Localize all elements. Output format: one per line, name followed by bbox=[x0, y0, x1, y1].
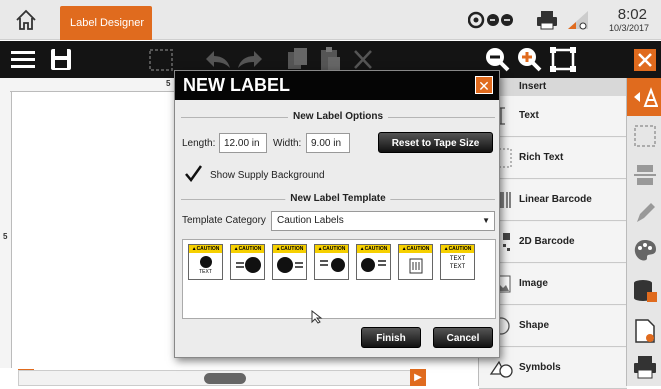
printer-status-icon[interactable] bbox=[536, 10, 558, 35]
insert-item-label: Image bbox=[519, 278, 548, 289]
zoom-out-icon[interactable] bbox=[484, 46, 510, 73]
insert-icon bbox=[632, 84, 659, 110]
ruler-mark: 5 bbox=[3, 232, 8, 241]
document-settings-icon[interactable] bbox=[632, 318, 658, 344]
copy-icon[interactable] bbox=[286, 46, 310, 73]
reset-to-tape-size-button[interactable]: Reset to Tape Size bbox=[378, 132, 493, 153]
insert-symbols[interactable]: Symbols bbox=[479, 348, 627, 389]
dialog-close-button[interactable]: ✕ bbox=[475, 76, 493, 94]
insert-item-label: Linear Barcode bbox=[519, 194, 592, 205]
width-input[interactable] bbox=[306, 133, 350, 153]
edit-icon[interactable] bbox=[632, 200, 658, 226]
finish-button[interactable]: Finish bbox=[361, 327, 421, 348]
print-icon[interactable] bbox=[632, 354, 658, 380]
signal-icon bbox=[566, 9, 590, 36]
zoom-in-icon[interactable] bbox=[516, 46, 542, 73]
home-icon[interactable] bbox=[14, 8, 38, 32]
app-tab[interactable]: Label Designer bbox=[60, 6, 152, 40]
insert-text[interactable]: Text bbox=[479, 96, 627, 137]
scrollbar-thumb[interactable] bbox=[204, 373, 246, 384]
palette-icon[interactable] bbox=[632, 238, 658, 264]
template-thumbnail[interactable]: ▲CAUTION bbox=[230, 244, 265, 280]
insert-item-label: Text bbox=[519, 110, 539, 121]
insert-rich-text[interactable]: Rich Text bbox=[479, 138, 627, 179]
redo-icon[interactable] bbox=[236, 46, 264, 73]
align-icon[interactable] bbox=[632, 162, 658, 188]
database-icon[interactable] bbox=[632, 278, 658, 304]
horizontal-scrollbar[interactable] bbox=[18, 370, 426, 386]
template-section-header: New Label Template bbox=[181, 193, 495, 205]
menu-icon[interactable] bbox=[10, 46, 36, 73]
insert-2d-barcode[interactable]: 2D Barcode bbox=[479, 222, 627, 263]
insert-item-label: 2D Barcode bbox=[519, 236, 575, 247]
undo-icon[interactable] bbox=[204, 46, 232, 73]
clock-date: 10/3/2017 bbox=[608, 23, 649, 33]
template-thumbnail[interactable]: ▲CAUTION bbox=[314, 244, 349, 280]
vertical-ruler: 5 bbox=[0, 78, 12, 368]
template-thumbnail[interactable]: ▲CAUTION bbox=[398, 244, 433, 280]
insert-panel-header: Insert bbox=[479, 78, 626, 96]
template-thumbnail[interactable]: ▲CAUTION TEXT bbox=[188, 244, 223, 280]
insert-image[interactable]: Image bbox=[479, 264, 627, 305]
new-label-dialog: NEW LABEL ✕ New Label Options Length: Wi… bbox=[174, 70, 500, 358]
ruler-mark: 5 bbox=[166, 79, 171, 88]
dialog-title: NEW LABEL bbox=[175, 71, 499, 100]
dropdown-arrow-icon: ▼ bbox=[482, 216, 490, 225]
insert-item-label: Rich Text bbox=[519, 152, 564, 163]
template-category-label: Template Category bbox=[182, 215, 266, 226]
length-input[interactable] bbox=[219, 133, 267, 153]
select-icon[interactable] bbox=[148, 46, 174, 73]
template-thumbnail[interactable]: ▲CAUTION TEXT TEXT bbox=[440, 244, 475, 280]
length-label: Length: bbox=[182, 138, 216, 149]
right-sidebar bbox=[626, 78, 661, 386]
title-bar: Label Designer 8:02 10/3/2017 bbox=[0, 0, 661, 40]
insert-item-label: Symbols bbox=[519, 362, 561, 373]
clock-time: 8:02 bbox=[617, 6, 647, 23]
cancel-button[interactable]: Cancel bbox=[433, 327, 493, 348]
insert-panel: Insert Text Rich Text Linear Barcode 2D … bbox=[478, 78, 627, 389]
template-thumbnail[interactable]: ▲CAUTION bbox=[356, 244, 391, 280]
template-thumbnail[interactable]: ▲CAUTION bbox=[272, 244, 307, 280]
insert-linear-barcode[interactable]: Linear Barcode bbox=[479, 180, 627, 221]
insert-tab[interactable] bbox=[627, 78, 661, 116]
template-category-select[interactable]: Caution Labels ▼ bbox=[271, 211, 495, 231]
delete-icon[interactable] bbox=[352, 46, 374, 73]
scroll-right-arrow[interactable]: ▶ bbox=[410, 369, 426, 386]
insert-item-label: Shape bbox=[519, 320, 550, 331]
show-background-label: Show Supply Background bbox=[210, 170, 325, 181]
connection-icon[interactable] bbox=[467, 10, 516, 35]
cursor-icon bbox=[311, 309, 323, 329]
select-area-icon[interactable] bbox=[632, 123, 658, 149]
show-background-checkbox[interactable] bbox=[185, 165, 203, 183]
options-section-header: New Label Options bbox=[181, 111, 495, 123]
fit-icon[interactable] bbox=[550, 46, 576, 73]
template-gallery: ▲CAUTION TEXT ▲CAUTION ▲CAUTION ▲CAUTION… bbox=[182, 239, 496, 319]
width-label: Width: bbox=[273, 138, 302, 149]
symbols-icon bbox=[489, 356, 513, 380]
close-icon[interactable] bbox=[634, 49, 656, 76]
save-icon[interactable] bbox=[50, 46, 72, 73]
insert-shape[interactable]: Shape bbox=[479, 306, 627, 347]
paste-icon[interactable] bbox=[318, 46, 342, 73]
